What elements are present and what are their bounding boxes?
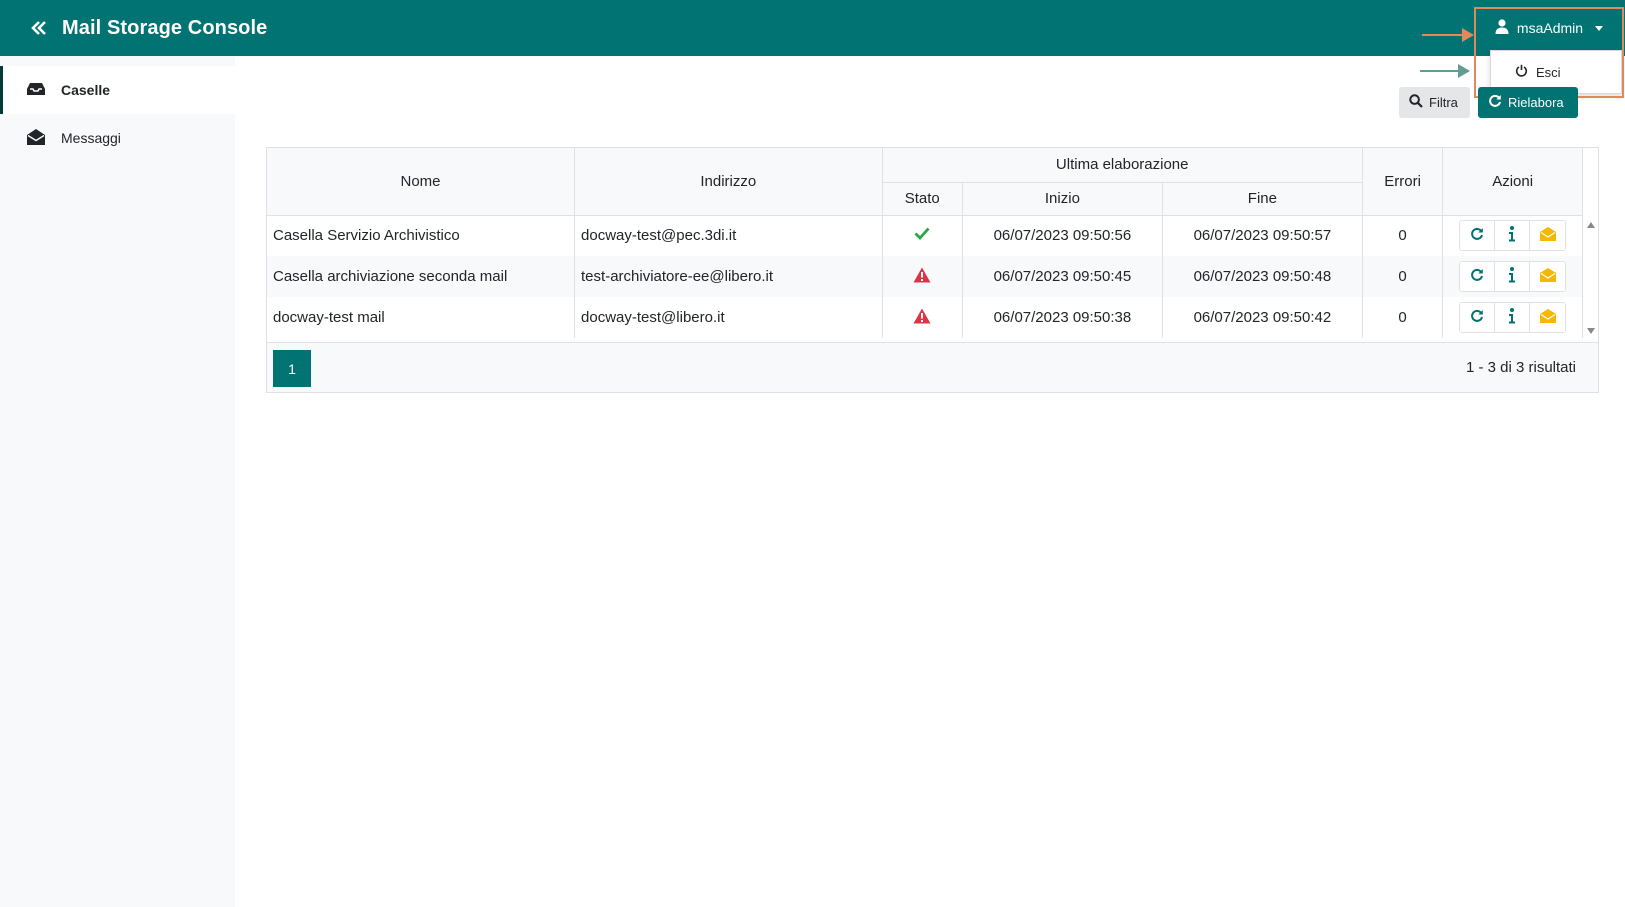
column-header-indirizzo[interactable]: Indirizzo — [574, 148, 883, 216]
mailbox-table-panel: Nome Indirizzo Ultima elaborazione Error… — [266, 147, 1599, 393]
pagination-bar: 1 1 - 3 di 3 risultati — [267, 342, 1598, 392]
user-menu-button[interactable]: msaAdmin — [1475, 8, 1623, 48]
info-icon — [1508, 225, 1516, 246]
cell-stato — [882, 215, 963, 256]
cell-fine: 06/07/2023 09:50:42 — [1162, 297, 1363, 338]
envelope-open-icon — [1539, 226, 1556, 245]
filter-button-label: Filtra — [1429, 95, 1458, 110]
annotation-arrow-logout — [1420, 64, 1470, 78]
cell-errori: 0 — [1362, 256, 1444, 297]
cell-inizio: 06/07/2023 09:50:38 — [962, 297, 1163, 338]
app-title: Mail Storage Console — [62, 16, 268, 39]
cell-fine: 06/07/2023 09:50:48 — [1162, 256, 1363, 297]
cell-errori: 0 — [1362, 215, 1444, 256]
column-header-stato[interactable]: Stato — [882, 182, 963, 216]
logout-label: Esci — [1536, 64, 1561, 80]
column-header-inizio[interactable]: Inizio — [962, 182, 1163, 216]
table-row: Casella archiviazione seconda mail test-… — [267, 256, 1583, 297]
redo-icon — [1470, 268, 1484, 286]
cell-azioni — [1442, 256, 1583, 297]
cell-nome: docway-test mail — [267, 297, 576, 338]
check-icon — [914, 227, 930, 244]
scroll-up-arrow-icon[interactable] — [1587, 222, 1595, 228]
search-icon — [1409, 94, 1423, 111]
messages-row-button[interactable] — [1530, 303, 1566, 332]
table-row: docway-test mail docway-test@libero.it 0… — [267, 297, 1583, 338]
column-group-ultima-elaborazione: Ultima elaborazione — [882, 148, 1363, 183]
cell-indirizzo: docway-test@pec.3di.it — [574, 215, 883, 256]
column-header-azioni: Azioni — [1442, 148, 1583, 216]
user-name: msaAdmin — [1516, 20, 1584, 36]
cell-errori: 0 — [1362, 297, 1444, 338]
messages-row-button[interactable] — [1530, 262, 1566, 291]
column-header-fine[interactable]: Fine — [1162, 182, 1363, 216]
info-icon — [1508, 307, 1516, 328]
annotation-arrow-user-menu — [1422, 28, 1474, 42]
cell-stato — [882, 297, 963, 338]
warning-icon — [913, 308, 931, 328]
redo-icon — [1470, 309, 1484, 327]
sidebar: Caselle Messaggi — [0, 56, 235, 907]
mailbox-table: Nome Indirizzo Ultima elaborazione Error… — [267, 148, 1583, 338]
sidebar-item-label: Messaggi — [61, 130, 121, 146]
info-row-button[interactable] — [1495, 303, 1531, 332]
cell-inizio: 06/07/2023 09:50:56 — [962, 215, 1163, 256]
user-icon — [1495, 19, 1509, 37]
info-row-button[interactable] — [1495, 262, 1531, 291]
sidebar-item-messaggi[interactable]: Messaggi — [0, 114, 235, 162]
cell-fine: 06/07/2023 09:50:57 — [1162, 215, 1363, 256]
cell-indirizzo: docway-test@libero.it — [574, 297, 883, 338]
info-icon — [1508, 266, 1516, 287]
envelope-open-icon — [27, 128, 45, 148]
table-row: Casella Servizio Archivistico docway-tes… — [267, 215, 1583, 256]
caret-down-icon — [1595, 25, 1604, 31]
reprocess-row-button[interactable] — [1460, 221, 1496, 251]
cell-inizio: 06/07/2023 09:50:45 — [962, 256, 1163, 297]
cell-indirizzo: test-archiviatore-ee@libero.it — [574, 256, 883, 297]
warning-icon — [913, 267, 931, 287]
double-chevron-left-icon[interactable] — [26, 16, 52, 40]
envelope-open-icon — [1539, 267, 1556, 286]
cell-azioni — [1442, 215, 1583, 256]
top-bar: Mail Storage Console — [0, 0, 1625, 56]
redo-icon — [1470, 227, 1484, 245]
scroll-down-arrow-icon[interactable] — [1587, 328, 1595, 334]
reprocess-button[interactable]: Rielabora — [1478, 87, 1578, 118]
reprocess-row-button[interactable] — [1460, 262, 1496, 291]
sidebar-item-caselle[interactable]: Caselle — [0, 66, 235, 114]
column-header-nome[interactable]: Nome — [267, 148, 576, 216]
results-count: 1 - 3 di 3 risultati — [1465, 359, 1576, 376]
redo-icon — [1488, 94, 1502, 111]
cell-nome: Casella Servizio Archivistico — [267, 215, 576, 256]
inbox-icon — [27, 82, 45, 99]
page-button-1[interactable]: 1 — [273, 350, 311, 387]
reprocess-button-label: Rielabora — [1508, 95, 1564, 110]
filter-button[interactable]: Filtra — [1399, 87, 1470, 118]
column-header-errori[interactable]: Errori — [1362, 148, 1444, 216]
sidebar-item-label: Caselle — [61, 82, 111, 98]
reprocess-row-button[interactable] — [1460, 303, 1496, 332]
cell-nome: Casella archiviazione seconda mail — [267, 256, 576, 297]
cell-stato — [882, 256, 963, 297]
envelope-open-icon — [1539, 308, 1556, 327]
cell-azioni — [1442, 297, 1583, 338]
messages-row-button[interactable] — [1530, 221, 1566, 251]
power-icon — [1515, 64, 1528, 80]
info-row-button[interactable] — [1495, 221, 1531, 251]
